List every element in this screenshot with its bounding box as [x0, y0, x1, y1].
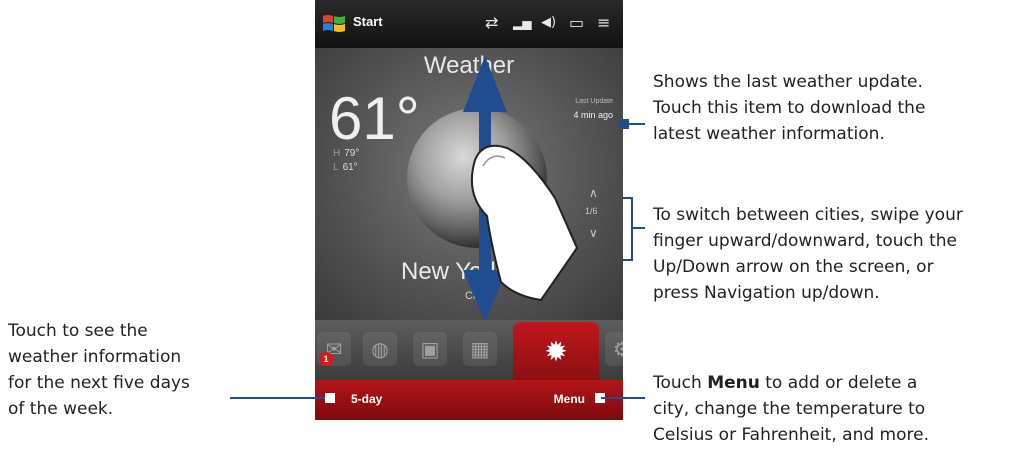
callout-text-line: city, change the temperature to — [653, 399, 926, 419]
menu-softkey[interactable]: Menu — [554, 392, 585, 406]
callout-last-update: Shows the last weather update. Touch thi… — [653, 69, 925, 147]
callout-line-cities — [633, 227, 645, 229]
callout-text-line: latest weather information. — [653, 124, 885, 144]
volume-icon[interactable]: ◀) — [541, 13, 556, 33]
callout-text-line: weather information — [8, 347, 182, 367]
windows-start-icon[interactable] — [321, 12, 347, 36]
callout-text-line: Celsius or Fahrenheit, and more. — [653, 425, 929, 445]
callout-bracket-cities — [623, 197, 633, 261]
weather-sun-icon[interactable]: ✹ — [513, 322, 599, 382]
music-icon[interactable]: ▦ — [463, 332, 497, 366]
callout-text-line: finger upward/downward, touch the — [653, 231, 957, 251]
callout-text-line: Shows the last weather update. — [653, 72, 923, 92]
callout-line-last-update — [629, 123, 645, 125]
callout-switch-cities: To switch between cities, swipe your fin… — [653, 202, 963, 306]
phone-screen: Start ⇄ ▂▅ ◀) ▭ ≡ Weather 61° H 79° L 61° … — [315, 0, 623, 420]
callout-text-line: Touch this item to download the — [653, 98, 926, 118]
callout-text-line: Up/Down arrow on the screen, or — [653, 257, 934, 277]
callout-line-five-day — [230, 397, 325, 399]
callout-text-line: press Navigation up/down. — [653, 283, 880, 303]
callout-text-line: of the week. — [8, 399, 114, 419]
callout-text-line: Touch Menu to add or delete a — [653, 370, 929, 396]
status-bar: Start ⇄ ▂▅ ◀) ▭ ≡ — [315, 0, 623, 48]
callout-text-line: Touch to see the — [8, 321, 148, 341]
notification-badge: 1 — [319, 352, 333, 366]
settings-icon[interactable]: ⚙ — [605, 332, 623, 366]
callout-menu-bold: Menu — [707, 373, 760, 393]
globe-icon[interactable]: ◍ — [363, 332, 397, 366]
callout-menu: Touch Menu to add or delete a city, chan… — [653, 370, 929, 448]
five-day-softkey[interactable]: 5-day — [351, 392, 382, 406]
signal-icon[interactable]: ▂▅ — [513, 13, 531, 33]
left-softkey-marker — [325, 393, 335, 403]
callout-marker-last-update — [619, 119, 629, 129]
callout-text-line: for the next five days — [8, 373, 190, 393]
photo-icon[interactable]: ▣ — [413, 332, 447, 366]
callout-suffix: to add or delete a — [759, 373, 918, 393]
callout-prefix: Touch — [653, 373, 708, 393]
callout-five-day: Touch to see the weather information for… — [8, 318, 190, 422]
menu-icon[interactable]: ≡ — [597, 13, 610, 33]
swipe-gesture-illustration — [463, 56, 579, 320]
callout-text-line: To switch between cities, swipe your — [653, 205, 963, 225]
data-sync-icon: ⇄ — [485, 13, 499, 32]
start-label[interactable]: Start — [353, 14, 383, 29]
callout-line-menu — [601, 397, 645, 399]
battery-icon[interactable]: ▭ — [569, 13, 584, 33]
